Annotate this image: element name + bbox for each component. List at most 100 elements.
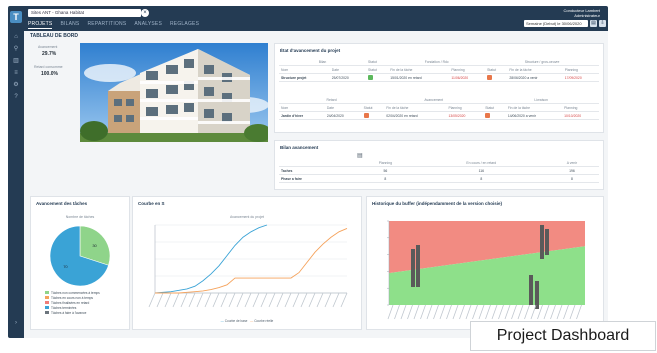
legend-label: Courbe de base — [224, 319, 248, 323]
legend-label: Tâches non commencées à temps — [51, 291, 100, 295]
column-header: Fin de la tâche — [388, 65, 450, 74]
tab-bilans[interactable]: BILANS — [60, 20, 79, 29]
chart-icon[interactable]: ▥ — [12, 58, 20, 64]
x-tick-label — [504, 304, 511, 320]
x-tick-label — [387, 304, 394, 320]
table-cell: 8 — [353, 174, 418, 183]
table-cell: 8 — [544, 174, 599, 183]
bilan-card: Bilan avancement ▤ Planning En cours / e… — [274, 140, 604, 190]
column-header: Nom — [279, 103, 325, 112]
x-tick-label — [517, 304, 524, 320]
table-cell: 15/01/2020 en retard — [388, 73, 450, 82]
legend-swatch — [45, 301, 49, 304]
export-icon[interactable]: ⇩ — [599, 20, 606, 27]
legend-swatch — [45, 306, 49, 309]
x-tick-label — [433, 304, 439, 320]
buffer-bar — [545, 229, 549, 255]
x-tick-label — [491, 304, 498, 320]
column-header: Planning — [353, 159, 418, 167]
x-tick-label — [340, 292, 348, 308]
table-cell: 11/06/2020 — [449, 73, 486, 82]
x-tick-label — [180, 292, 188, 308]
table-cell: 17/09/2020 — [562, 73, 599, 82]
kpi-label: Retard consomme — [34, 65, 63, 69]
status-chip-icon — [361, 111, 385, 120]
main-tabs: PROJETS BILANS REPARTITIONS ANALYSES REG… — [28, 20, 199, 29]
table-cell: 13/05/2020 — [446, 111, 484, 120]
legend-label: Tâches en cours non à temps — [51, 296, 93, 300]
x-tick-label — [452, 304, 459, 320]
tab-projets[interactable]: PROJETS — [28, 20, 53, 29]
column-header: En cours / en retard — [417, 159, 545, 167]
column-header: Nom — [279, 65, 330, 74]
card-title: Courbe en S — [138, 201, 165, 206]
tab-repartitions[interactable]: REPARTITIONS — [87, 20, 126, 29]
legend-label: Tâches finalisées en retard — [51, 301, 90, 305]
s-curve-legend: — Courbe de base — Courbe réelle — [220, 319, 274, 323]
kpi-label: Avancement — [38, 45, 58, 49]
x-tick-label — [413, 304, 420, 320]
legend-label: Tâches à faire à l'avance — [51, 311, 87, 315]
tab-reglages[interactable]: REGLAGES — [170, 20, 199, 29]
group-header: Statut — [366, 58, 389, 66]
row-label: Taches — [279, 166, 353, 175]
table-cell: 8 — [417, 174, 545, 183]
x-tick-label — [543, 304, 550, 320]
x-tick-label — [308, 292, 316, 308]
x-tick-label — [563, 304, 569, 320]
expand-icon[interactable]: › — [12, 320, 20, 326]
buffer-history-chart — [387, 220, 585, 320]
column-header — [279, 159, 353, 167]
list-icon[interactable]: ≡ — [12, 70, 20, 76]
buffer-bar — [535, 281, 539, 309]
user-info[interactable]: Conducteur Lambert Administrateur — [564, 8, 600, 18]
x-tick-label — [511, 304, 517, 320]
column-header: Planning — [562, 65, 599, 74]
print-icon[interactable]: ▤ — [590, 20, 597, 27]
column-header: Planning — [562, 103, 599, 112]
chart-subtitle: Avancement du projet — [230, 215, 264, 219]
group-header: Avancement — [384, 96, 484, 104]
x-tick-label — [400, 304, 407, 320]
table-row[interactable]: Structure projet 25/07/2020 15/01/2020 e… — [279, 73, 599, 82]
group-header: Retard — [279, 96, 385, 104]
table-cell: 25/07/2020 — [329, 73, 366, 82]
side-rail: T ⌂ ⚲ ▥ ≡ ⚙ ? › — [8, 6, 24, 338]
x-tick-label — [204, 292, 212, 308]
x-tick-label — [420, 304, 426, 320]
help-icon[interactable]: ? — [12, 94, 20, 100]
app-logo[interactable]: T — [10, 11, 22, 23]
chart-subtitle: Nombre de tâches — [65, 215, 95, 219]
buffer-bar — [411, 249, 415, 287]
document-icon[interactable]: ▤ — [357, 152, 363, 159]
x-tick-label — [556, 304, 563, 320]
home-icon[interactable]: ⌂ — [12, 34, 20, 40]
x-tick-label — [164, 292, 172, 308]
x-tick-label — [228, 292, 236, 308]
x-tick-label — [292, 292, 300, 308]
user-role: Administrateur — [574, 13, 600, 18]
settings-icon[interactable]: ⚙ — [12, 82, 20, 88]
progress-state-card: État d'avancement du projet Bilan Statut… — [274, 43, 604, 133]
project-search-input[interactable]: Sites ANT - Ghana Habitat — [28, 9, 141, 17]
x-tick-label — [426, 304, 433, 320]
date-select[interactable]: Semaine (Debut) le 30/06/2020 — [524, 20, 588, 27]
x-tick-label — [268, 292, 276, 308]
clear-search-icon[interactable]: × — [141, 9, 149, 17]
x-tick-label — [276, 292, 284, 308]
legend-item: Tâches à faire à l'avance — [45, 311, 100, 316]
group-header: Livraison — [483, 96, 599, 104]
x-tick-label — [220, 292, 228, 308]
column-header: Planning — [449, 65, 486, 74]
x-tick-label — [284, 292, 292, 308]
table-row: Phase a faire 8 8 8 — [279, 174, 599, 183]
column-header: Date — [324, 103, 362, 112]
search-icon[interactable]: ⚲ — [12, 46, 20, 52]
x-tick-label — [156, 292, 164, 308]
x-tick-label — [569, 304, 576, 320]
table-row[interactable]: Jardin d'hiver 24/04/2020 02/04/2020 en … — [279, 111, 599, 120]
tab-analyses[interactable]: ANALYSES — [134, 20, 162, 29]
x-tick-label — [478, 304, 485, 320]
column-header: Statut — [483, 103, 506, 112]
pie-data-label: 70 — [63, 264, 68, 269]
